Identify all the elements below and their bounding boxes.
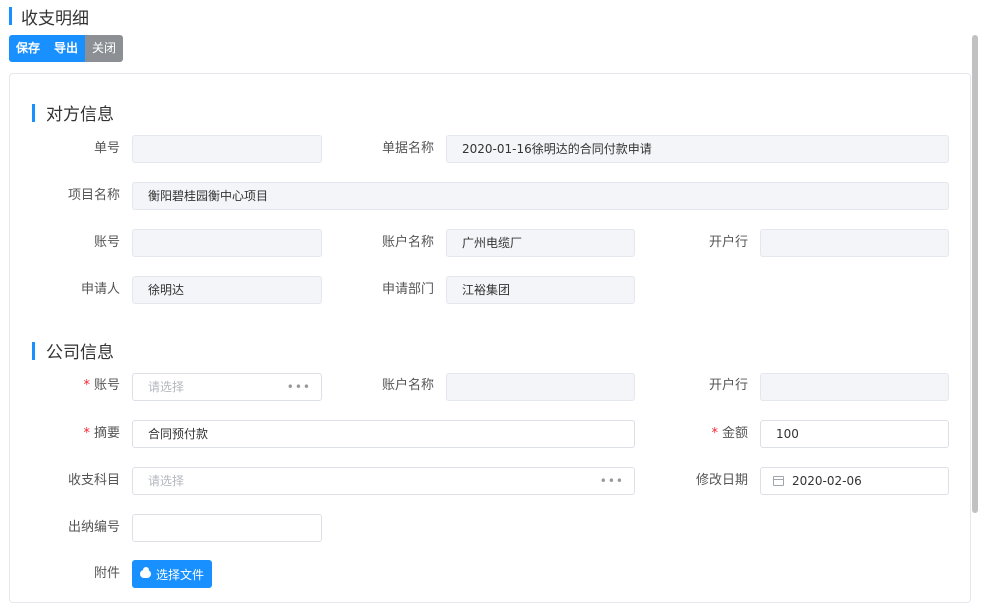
subject-picker[interactable]: 请选择 ••• — [132, 467, 635, 495]
page-header: 收支明细 — [9, 6, 89, 29]
page-title: 收支明细 — [21, 8, 89, 29]
project-name-label: 项目名称 — [67, 188, 120, 203]
amount-label: * 金额 — [650, 420, 748, 448]
company-account-name-label: 账户名称 — [381, 378, 434, 393]
section-accent-bar — [32, 103, 35, 122]
section-title-text: 公司信息 — [46, 343, 114, 363]
subject-label: 收支科目 — [67, 473, 120, 488]
company-account-picker[interactable]: 请选择 ••• — [132, 373, 322, 401]
ellipsis-icon[interactable]: ••• — [287, 374, 311, 400]
cloud-upload-icon — [140, 567, 151, 578]
company-bank-field[interactable] — [760, 373, 949, 401]
applicant-field[interactable]: 徐明达 — [132, 276, 322, 304]
summary-label: * 摘要 — [30, 420, 120, 448]
doc-name-label: 单据名称 — [381, 141, 434, 156]
applicant-label: 申请人 — [80, 282, 120, 297]
section-title-counterparty: 对方信息 — [32, 100, 114, 125]
title-accent-bar — [9, 7, 12, 25]
modify-date-label: 修改日期 — [695, 473, 748, 488]
placeholder-text: 请选择 — [148, 380, 185, 394]
placeholder-text: 请选择 — [148, 474, 185, 488]
account-name-label: 账户名称 — [381, 235, 434, 250]
doc-no-label: 单号 — [93, 141, 120, 156]
save-button[interactable]: 保存 — [9, 35, 48, 62]
bank-label: 开户行 — [708, 235, 748, 250]
calendar-icon — [773, 476, 784, 486]
ellipsis-icon[interactable]: ••• — [600, 468, 624, 494]
company-bank-label: 开户行 — [708, 378, 748, 393]
bank-field[interactable] — [760, 229, 949, 257]
account-name-field[interactable]: 广州电缆厂 — [446, 229, 635, 257]
label-text: 账号 — [93, 378, 120, 393]
department-label: 申请部门 — [381, 282, 434, 297]
date-value: 2020-02-06 — [792, 474, 862, 488]
project-name-field[interactable]: 衡阳碧桂园衡中心项目 — [132, 182, 949, 210]
account-no-field[interactable] — [132, 229, 322, 257]
form-panel: 对方信息 单号 单据名称 2020-01-16徐明达的合同付款申请 项目名称 衡… — [9, 73, 971, 603]
amount-input[interactable]: 100 — [760, 420, 949, 448]
required-mark: * — [83, 426, 90, 441]
select-file-button[interactable]: 选择文件 — [132, 560, 213, 588]
summary-input[interactable]: 合同预付款 — [132, 420, 635, 448]
scrollbar[interactable] — [971, 35, 979, 585]
required-mark: * — [711, 426, 718, 441]
doc-name-field[interactable]: 2020-01-16徐明达的合同付款申请 — [446, 135, 949, 163]
export-button[interactable]: 导出 — [47, 35, 86, 62]
company-account-no-label: * 账号 — [30, 372, 120, 400]
doc-no-field[interactable] — [132, 135, 322, 163]
section-title-text: 对方信息 — [46, 105, 114, 125]
button-label: 选择文件 — [156, 567, 205, 582]
scrollbar-thumb[interactable] — [972, 35, 978, 513]
required-mark: * — [83, 378, 90, 393]
cashier-no-label: 出纳编号 — [67, 520, 120, 535]
label-text: 金额 — [721, 426, 748, 441]
section-title-company: 公司信息 — [32, 338, 114, 363]
account-no-label: 账号 — [93, 235, 120, 250]
attachment-label: 附件 — [93, 566, 120, 581]
cashier-no-input[interactable] — [132, 514, 322, 542]
label-text: 摘要 — [93, 426, 120, 441]
toolbar: 保存 导出 关闭 — [9, 35, 124, 62]
close-button[interactable]: 关闭 — [85, 35, 124, 62]
department-field[interactable]: 江裕集团 — [446, 276, 635, 304]
modify-date-picker[interactable]: 2020-02-06 — [760, 467, 949, 495]
company-account-name-field[interactable] — [446, 373, 635, 401]
section-accent-bar — [32, 341, 35, 360]
